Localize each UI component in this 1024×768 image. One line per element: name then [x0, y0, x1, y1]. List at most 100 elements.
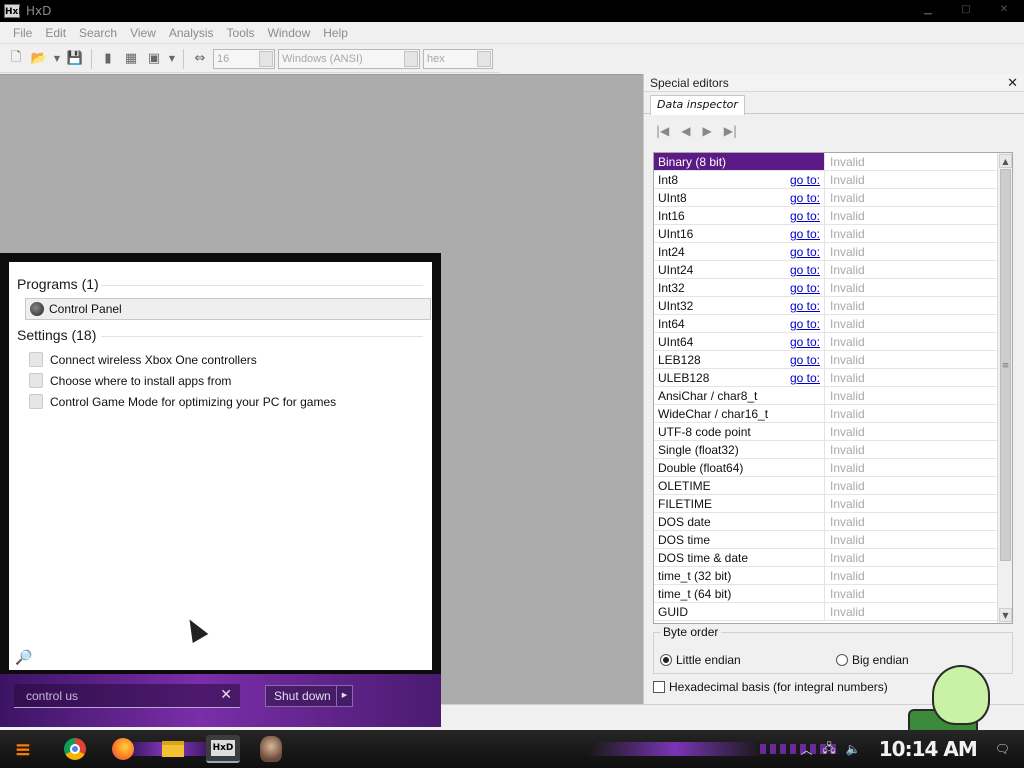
clock[interactable]: 10:14 AM	[879, 737, 978, 761]
start-button-icon[interactable]: ≡	[8, 735, 38, 763]
goto-link[interactable]: go to:	[790, 171, 820, 189]
inspector-type-cell[interactable]: LEB128 go to:	[654, 351, 825, 369]
new-file-icon[interactable]: 🗋	[6, 49, 26, 69]
inspector-row[interactable]: ULEB128 go to: Invalid	[654, 369, 998, 387]
minimize-button[interactable]: ▁	[918, 4, 938, 16]
little-endian-radio[interactable]: Little endian	[660, 653, 741, 667]
inspector-value-cell[interactable]: Invalid	[825, 225, 998, 243]
next-icon[interactable]: ▶	[703, 124, 712, 138]
menu-edit[interactable]: Edit	[38, 26, 72, 40]
menu-file[interactable]: File	[6, 26, 38, 40]
inspector-row[interactable]: UInt16 go to: Invalid	[654, 225, 998, 243]
inspector-type-cell[interactable]: WideChar / char16_t	[654, 405, 825, 423]
menu-tools[interactable]: Tools	[220, 26, 261, 40]
inspector-value-cell[interactable]: Invalid	[825, 387, 998, 405]
setting-item[interactable]: Choose where to install apps from	[29, 373, 231, 388]
dropdown-arrow-icon[interactable]: ▼	[167, 49, 177, 69]
inspector-row[interactable]: DOS date Invalid	[654, 513, 998, 531]
goto-link[interactable]: go to:	[790, 369, 820, 387]
menu-view[interactable]: View	[123, 26, 162, 40]
inspector-value-cell[interactable]: Invalid	[825, 603, 998, 621]
inspector-row[interactable]: GUID Invalid	[654, 603, 998, 621]
setting-item[interactable]: Control Game Mode for optimizing your PC…	[29, 394, 336, 409]
open-file-icon[interactable]: 📂	[29, 49, 49, 69]
inspector-type-cell[interactable]: time_t (32 bit)	[654, 567, 825, 585]
inspector-row[interactable]: UInt32 go to: Invalid	[654, 297, 998, 315]
menu-analysis[interactable]: Analysis	[162, 26, 220, 40]
inspector-value-cell[interactable]: Invalid	[825, 567, 998, 585]
shutdown-options-icon[interactable]: ▶	[336, 686, 352, 706]
inspector-value-cell[interactable]: Invalid	[825, 207, 998, 225]
inspector-row[interactable]: UInt64 go to: Invalid	[654, 333, 998, 351]
chevron-up-icon[interactable]: ︿	[800, 741, 812, 758]
inspector-row[interactable]: DOS time & date Invalid	[654, 549, 998, 567]
inspector-type-cell[interactable]: time_t (64 bit)	[654, 585, 825, 603]
inspector-type-cell[interactable]: GUID	[654, 603, 825, 621]
network-icon[interactable]: 🖧	[822, 739, 835, 760]
inspector-row[interactable]: UInt8 go to: Invalid	[654, 189, 998, 207]
result-control-panel[interactable]: Control Panel	[25, 298, 431, 320]
maximize-button[interactable]: □	[956, 4, 976, 16]
menu-help[interactable]: Help	[316, 26, 354, 40]
inspector-type-cell[interactable]: UTF-8 code point	[654, 423, 825, 441]
tab-data-inspector[interactable]: Data inspector	[650, 95, 745, 115]
goto-link[interactable]: go to:	[790, 225, 820, 243]
inspector-type-cell[interactable]: UInt24 go to:	[654, 261, 825, 279]
goto-link[interactable]: go to:	[790, 351, 820, 369]
inspector-type-cell[interactable]: UInt16 go to:	[654, 225, 825, 243]
inspector-type-cell[interactable]: Int8 go to:	[654, 171, 825, 189]
inspector-row[interactable]: Int64 go to: Invalid	[654, 315, 998, 333]
ram-icon[interactable]: ▦	[121, 49, 141, 69]
notifications-icon[interactable]: 🗨	[995, 742, 1010, 756]
first-icon[interactable]: |◀	[656, 124, 669, 138]
inspector-value-cell[interactable]: Invalid	[825, 297, 998, 315]
inspector-type-cell[interactable]: Binary (8 bit)	[654, 153, 825, 171]
big-endian-radio[interactable]: Big endian	[836, 653, 909, 667]
inspector-row[interactable]: UInt24 go to: Invalid	[654, 261, 998, 279]
inspector-type-cell[interactable]: Double (float64)	[654, 459, 825, 477]
inspector-value-cell[interactable]: Invalid	[825, 171, 998, 189]
inspector-scrollbar[interactable]: ▲ ≡ ▼	[997, 153, 1012, 623]
inspector-type-cell[interactable]: FILETIME	[654, 495, 825, 513]
save-icon[interactable]: 💾	[65, 49, 85, 69]
tools-icon[interactable]: ▣	[144, 49, 164, 69]
inspector-type-cell[interactable]: Int24 go to:	[654, 243, 825, 261]
inspector-type-cell[interactable]: Int32 go to:	[654, 279, 825, 297]
inspector-value-cell[interactable]: Invalid	[825, 369, 998, 387]
inspector-row[interactable]: OLETIME Invalid	[654, 477, 998, 495]
goto-link[interactable]: go to:	[790, 261, 820, 279]
inspector-value-cell[interactable]: Invalid	[825, 153, 998, 171]
goto-link[interactable]: go to:	[790, 279, 820, 297]
inspector-type-cell[interactable]: UInt64 go to:	[654, 333, 825, 351]
inspector-row[interactable]: LEB128 go to: Invalid	[654, 351, 998, 369]
inspector-value-cell[interactable]: Invalid	[825, 513, 998, 531]
inspector-row[interactable]: Int32 go to: Invalid	[654, 279, 998, 297]
goto-link[interactable]: go to:	[790, 207, 820, 225]
file-explorer-icon[interactable]	[158, 735, 188, 763]
inspector-value-cell[interactable]: Invalid	[825, 585, 998, 603]
inspector-row[interactable]: Int8 go to: Invalid	[654, 171, 998, 189]
goto-link[interactable]: go to:	[790, 297, 820, 315]
inspector-type-cell[interactable]: Int16 go to:	[654, 207, 825, 225]
goto-link[interactable]: go to:	[790, 315, 820, 333]
inspector-type-cell[interactable]: DOS time	[654, 531, 825, 549]
inspector-value-cell[interactable]: Invalid	[825, 549, 998, 567]
inspector-type-cell[interactable]: ULEB128 go to:	[654, 369, 825, 387]
firefox-icon[interactable]	[108, 735, 138, 763]
scroll-up-icon[interactable]: ▲	[999, 154, 1012, 168]
inspector-value-cell[interactable]: Invalid	[825, 441, 998, 459]
inspector-value-cell[interactable]: Invalid	[825, 531, 998, 549]
inspector-type-cell[interactable]: AnsiChar / char8_t	[654, 387, 825, 405]
data-inspector-grid[interactable]: GUID Invalid time_t (64 bit) Invalid time_t …	[653, 152, 1013, 624]
inspector-type-cell[interactable]: UInt8 go to:	[654, 189, 825, 207]
scroll-down-icon[interactable]: ▼	[999, 608, 1012, 622]
inspector-value-cell[interactable]: Invalid	[825, 243, 998, 261]
hxd-taskbar-icon[interactable]: HxD	[206, 735, 240, 763]
volume-icon[interactable]: 🔈	[846, 742, 861, 756]
inspector-row[interactable]: Int16 go to: Invalid	[654, 207, 998, 225]
inspector-row[interactable]: AnsiChar / char8_t Invalid	[654, 387, 998, 405]
start-search-input[interactable]: control us ✕	[14, 684, 240, 708]
setting-item[interactable]: Connect wireless Xbox One controllers	[29, 352, 257, 367]
inspector-value-cell[interactable]: Invalid	[825, 477, 998, 495]
inspector-value-cell[interactable]: Invalid	[825, 351, 998, 369]
